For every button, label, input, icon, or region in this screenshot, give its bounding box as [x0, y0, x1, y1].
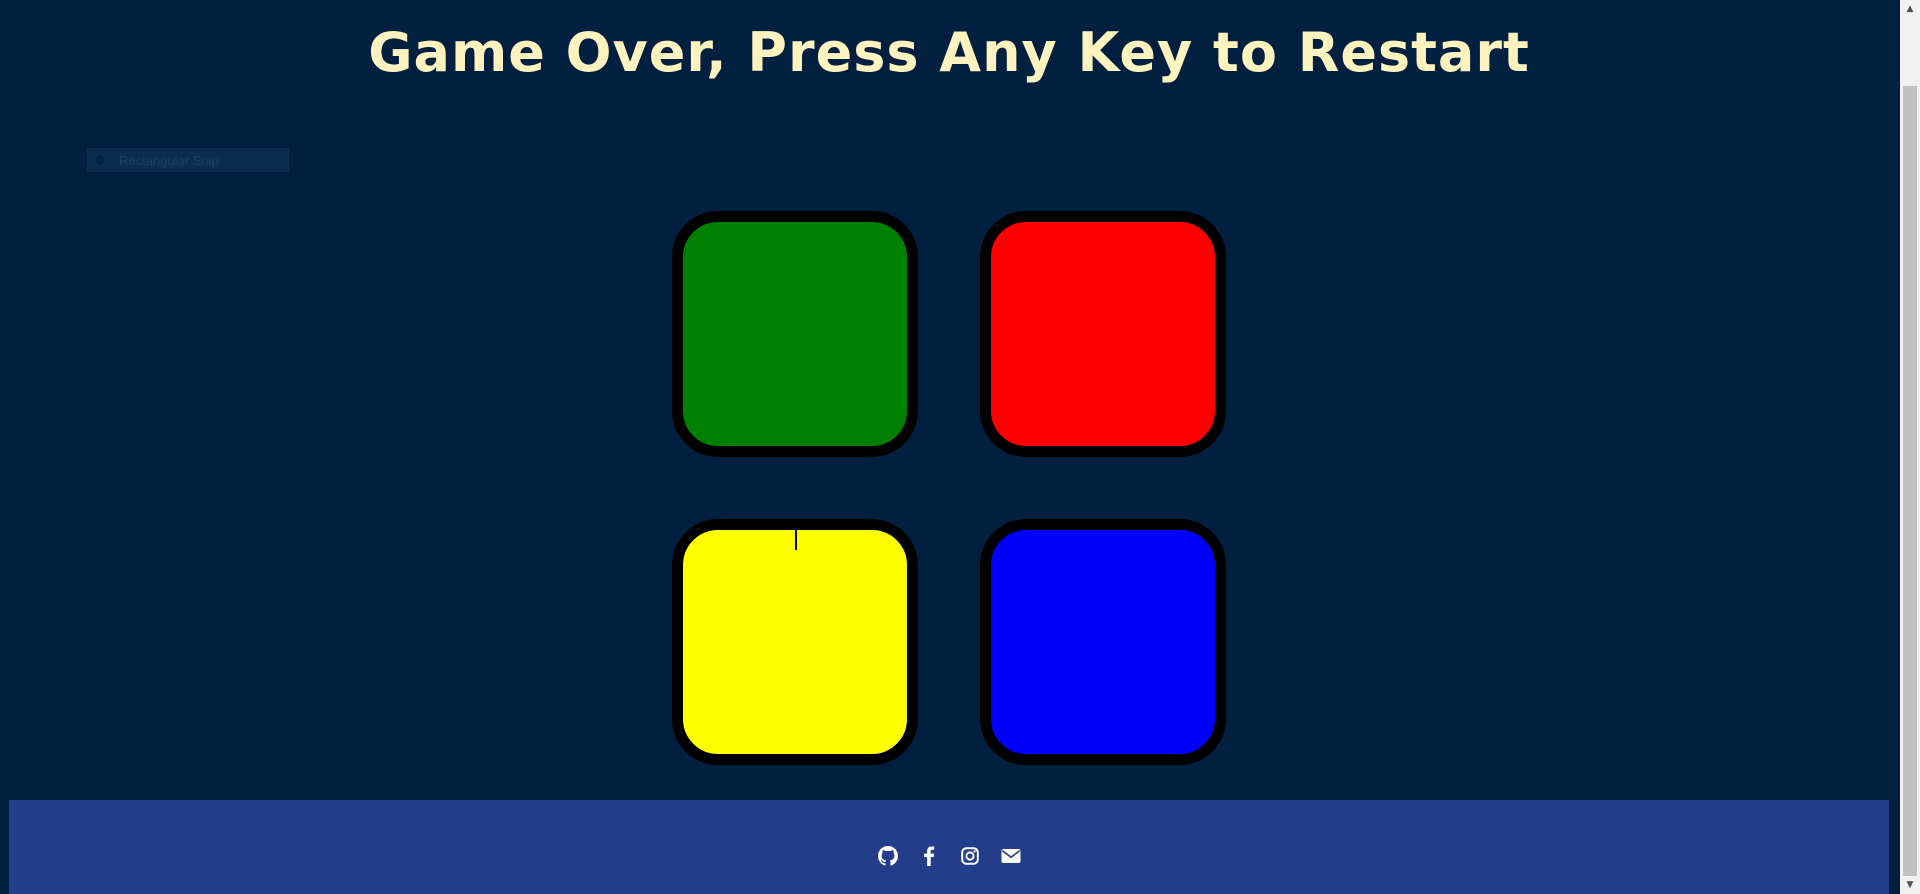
- text-cursor: [795, 530, 797, 550]
- snip-dot-icon: [95, 155, 105, 165]
- snip-label: Rectangular Snip: [119, 152, 219, 168]
- social-links: [9, 845, 1889, 866]
- envelope-icon[interactable]: [1000, 845, 1021, 866]
- vertical-scrollbar[interactable]: ▲ ▼: [1900, 0, 1920, 894]
- scroll-down-arrow-icon[interactable]: ▼: [1900, 876, 1920, 894]
- scroll-up-arrow-icon[interactable]: ▲: [1900, 0, 1920, 18]
- rectangular-snip-overlay: Rectangular Snip: [87, 148, 289, 172]
- facebook-icon[interactable]: [918, 845, 939, 866]
- green-button[interactable]: [672, 211, 918, 457]
- level-title: Game Over, Press Any Key to Restart: [368, 21, 1530, 84]
- instagram-icon[interactable]: [959, 845, 980, 866]
- footer: [9, 800, 1889, 894]
- red-button[interactable]: [980, 211, 1226, 457]
- scrollbar-thumb[interactable]: [1903, 86, 1917, 876]
- blue-button[interactable]: [980, 519, 1226, 765]
- github-icon[interactable]: [877, 845, 898, 866]
- yellow-button[interactable]: [672, 519, 918, 765]
- game-page: Game Over, Press Any Key to Restart Rect…: [0, 0, 1920, 894]
